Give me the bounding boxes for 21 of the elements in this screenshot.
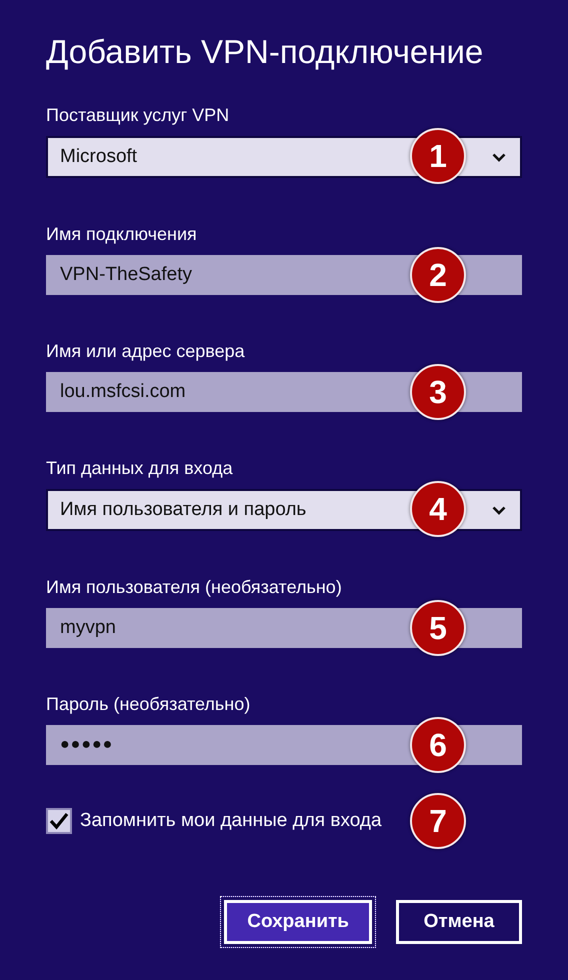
checkbox[interactable]	[46, 808, 72, 834]
number-badge: 2	[410, 247, 466, 303]
dialog-title: Добавить VPN-подключение	[46, 32, 484, 72]
number-badge: 6	[410, 717, 466, 773]
field-label: Имя или адрес сервера	[46, 340, 246, 363]
number-badge: 5	[410, 600, 466, 656]
number-badge: 3	[410, 364, 466, 420]
field-label: Тип данных для входа	[46, 457, 234, 480]
number-badge: 4	[410, 481, 466, 537]
number-badge: 7	[410, 793, 466, 849]
field-label: Имя подключения	[46, 223, 198, 246]
checkbox-label: Запомнить мои данные для входа	[80, 810, 382, 832]
cancel-button[interactable]: Отмена	[396, 900, 522, 944]
save-button[interactable]: Сохранить	[220, 896, 376, 948]
field-label: Пароль (необязательно)	[46, 693, 252, 716]
number-badge: 1	[410, 128, 466, 184]
check-icon	[49, 812, 69, 830]
field-label: Имя пользователя (необязательно)	[46, 576, 343, 599]
chevron-down-icon	[492, 152, 506, 162]
chevron-down-icon	[492, 506, 506, 514]
field-label: Поставщик услуг VPN	[46, 104, 230, 127]
